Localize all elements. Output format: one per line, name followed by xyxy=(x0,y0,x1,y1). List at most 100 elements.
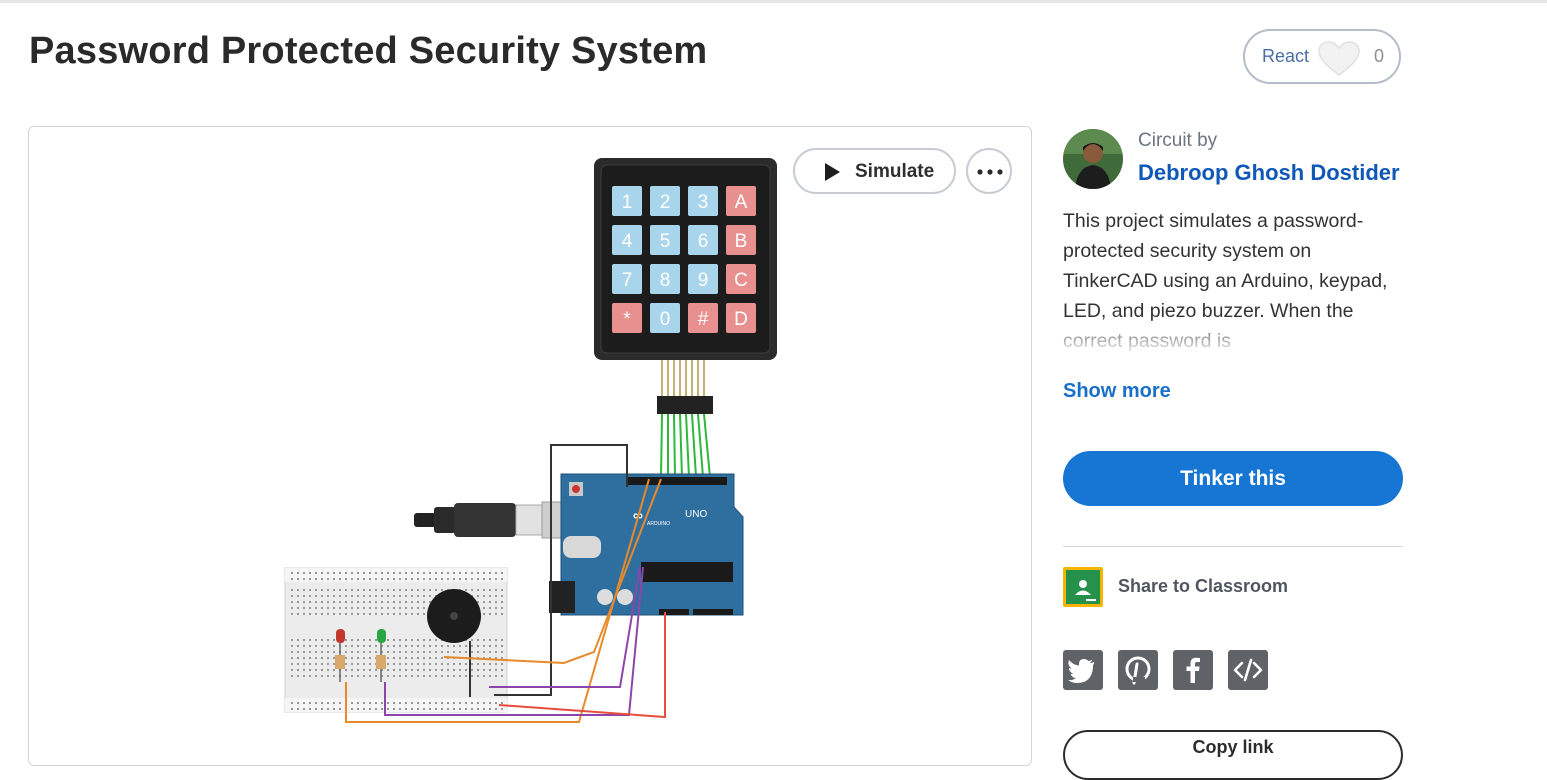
breadboard-hole xyxy=(357,601,359,603)
tinker-this-button[interactable]: Tinker this xyxy=(1063,451,1403,506)
breadboard-hole xyxy=(321,607,323,609)
breadboard-hole xyxy=(471,589,473,591)
breadboard-hole xyxy=(387,639,389,641)
breadboard-hole xyxy=(489,651,491,653)
breadboard-hole xyxy=(291,657,293,659)
breadboard-hole xyxy=(363,572,365,574)
breadboard-hole xyxy=(321,675,323,677)
breadboard-hole xyxy=(477,669,479,671)
breadboard-hole xyxy=(495,708,497,710)
circuit-diagram[interactable]: 1 2 3 A4 5 6 B7 8 9 C* 0 # D ∞ ARDUINO U… xyxy=(29,127,1032,766)
breadboard-hole xyxy=(321,663,323,665)
react-button[interactable]: React 0 xyxy=(1243,29,1401,84)
breadboard-hole xyxy=(315,675,317,677)
breadboard-hole xyxy=(423,651,425,653)
breadboard-hole xyxy=(309,645,311,647)
more-options-button[interactable] xyxy=(966,148,1012,194)
breadboard-hole xyxy=(381,613,383,615)
pinterest-share-button[interactable] xyxy=(1118,650,1158,690)
breadboard-hole xyxy=(327,645,329,647)
breadboard-hole xyxy=(291,639,293,641)
breadboard-hole xyxy=(393,651,395,653)
breadboard-hole xyxy=(477,663,479,665)
facebook-icon xyxy=(1186,657,1200,683)
breadboard-hole xyxy=(471,702,473,704)
breadboard-hole xyxy=(351,645,353,647)
breadboard-hole xyxy=(435,702,437,704)
breadboard-hole xyxy=(339,613,341,615)
breadboard-hole xyxy=(441,663,443,665)
breadboard-hole xyxy=(399,607,401,609)
breadboard-hole xyxy=(483,663,485,665)
breadboard-hole xyxy=(309,607,311,609)
author-name-link[interactable]: Debroop Ghosh Dostider xyxy=(1138,160,1400,186)
description-fade xyxy=(1063,320,1403,354)
breadboard-hole xyxy=(375,578,377,580)
twitter-share-button[interactable] xyxy=(1063,650,1103,690)
breadboard-hole xyxy=(303,645,305,647)
breadboard-hole xyxy=(483,601,485,603)
keypad-key-label: 7 xyxy=(622,270,633,291)
breadboard-hole xyxy=(387,607,389,609)
breadboard-hole xyxy=(435,669,437,671)
copy-link-button[interactable]: Copy link xyxy=(1063,730,1403,780)
breadboard-hole xyxy=(363,657,365,659)
breadboard-hole xyxy=(315,663,317,665)
google-classroom-icon[interactable] xyxy=(1063,567,1103,607)
breadboard-hole xyxy=(465,663,467,665)
keypad-ribbon xyxy=(661,360,705,397)
breadboard-hole xyxy=(435,639,437,641)
breadboard-hole xyxy=(357,589,359,591)
breadboard-hole xyxy=(393,663,395,665)
breadboard-hole xyxy=(501,702,503,704)
share-to-classroom-link[interactable]: Share to Classroom xyxy=(1118,576,1288,597)
embed-share-button[interactable] xyxy=(1228,650,1268,690)
breadboard-hole xyxy=(297,669,299,671)
breadboard-hole xyxy=(483,639,485,641)
breadboard-hole xyxy=(339,589,341,591)
breadboard-hole xyxy=(417,675,419,677)
facebook-share-button[interactable] xyxy=(1173,650,1213,690)
breadboard-hole xyxy=(471,578,473,580)
breadboard-hole xyxy=(339,702,341,704)
breadboard-hole xyxy=(303,702,305,704)
breadboard-hole xyxy=(483,708,485,710)
simulate-button[interactable]: Simulate xyxy=(793,148,956,194)
breadboard-hole xyxy=(411,675,413,677)
breadboard-hole xyxy=(417,595,419,597)
breadboard-hole xyxy=(363,645,365,647)
breadboard-hole xyxy=(411,657,413,659)
breadboard-hole xyxy=(501,651,503,653)
breadboard-hole xyxy=(297,708,299,710)
breadboard-hole xyxy=(309,639,311,641)
author-avatar[interactable] xyxy=(1063,129,1123,189)
keypad-key-label: C xyxy=(734,270,748,291)
play-icon xyxy=(825,163,840,181)
breadboard-hole xyxy=(417,589,419,591)
breadboard-hole xyxy=(315,651,317,653)
breadboard-hole xyxy=(495,613,497,615)
breadboard-hole xyxy=(423,578,425,580)
breadboard-hole xyxy=(321,589,323,591)
breadboard-hole xyxy=(309,572,311,574)
breadboard-hole xyxy=(477,708,479,710)
breadboard-hole xyxy=(417,639,419,641)
breadboard-hole xyxy=(489,669,491,671)
breadboard-hole xyxy=(387,613,389,615)
breadboard-hole xyxy=(345,578,347,580)
breadboard-hole xyxy=(375,595,377,597)
breadboard-hole xyxy=(447,645,449,647)
circuit-viewer[interactable]: 1 2 3 A 4 5 6 B 7 8 9 C * 0 # D ∞ ARDUINO xyxy=(28,126,1032,766)
breadboard-hole xyxy=(435,645,437,647)
breadboard-hole xyxy=(411,572,413,574)
show-more-link[interactable]: Show more xyxy=(1063,380,1171,403)
breadboard-hole xyxy=(315,613,317,615)
breadboard-hole xyxy=(441,651,443,653)
breadboard-hole xyxy=(297,639,299,641)
breadboard-hole xyxy=(363,663,365,665)
breadboard-hole xyxy=(495,595,497,597)
breadboard-hole xyxy=(411,669,413,671)
breadboard-hole xyxy=(375,607,377,609)
breadboard-hole xyxy=(393,657,395,659)
breadboard-hole xyxy=(465,669,467,671)
